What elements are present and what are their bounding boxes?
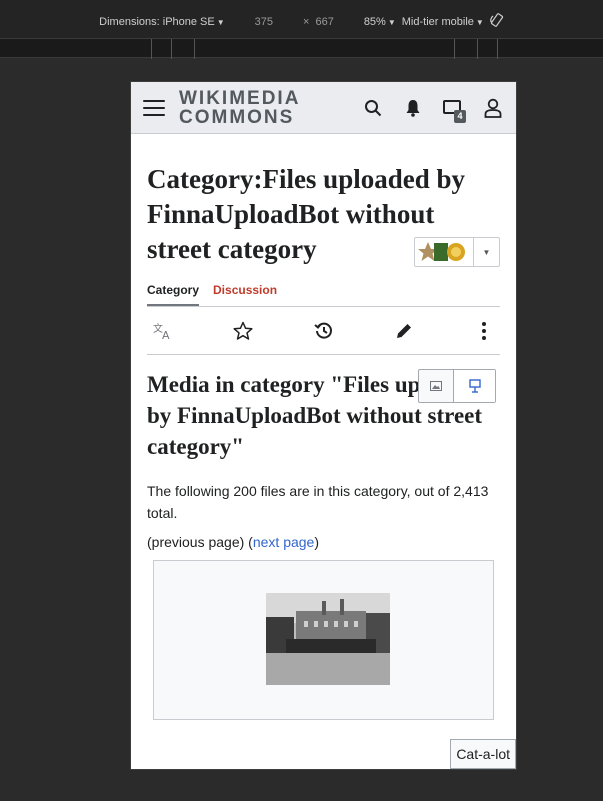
devtools-device-toolbar: Dimensions: iPhone SE ▼ 375 × 667 85% ▼ Mi… — [0, 0, 603, 38]
times-symbol: × — [303, 15, 310, 28]
category-count-text: The following 200 files are in this cate… — [147, 483, 489, 521]
search-icon[interactable] — [362, 97, 384, 119]
media-section: Media in category "Files uploaded by Fin… — [147, 369, 500, 720]
throttle-select[interactable]: Mid-tier mobile ▼ — [402, 16, 484, 28]
zoom-select[interactable]: 85% ▼ — [364, 16, 396, 28]
dimensions-select[interactable]: Dimensions: iPhone SE ▼ — [99, 16, 224, 28]
height-input[interactable]: 667 — [315, 16, 333, 28]
ruler-tick — [171, 39, 172, 59]
bell-icon[interactable] — [402, 97, 424, 119]
cat-a-lot-button[interactable]: Cat-a-lot — [450, 739, 516, 769]
pagination: (previous page) (next page) — [147, 534, 320, 550]
file-thumbnail[interactable] — [266, 593, 390, 685]
site-logo[interactable]: WIKIMEDIA COMMONS — [179, 89, 300, 127]
tab-discussion[interactable]: Discussion — [213, 283, 277, 306]
award-badge-widget[interactable]: ▼ — [414, 237, 500, 267]
notice-tray-icon[interactable]: 4 — [442, 97, 466, 123]
notice-count-badge: 4 — [454, 109, 466, 123]
ruler-tick — [454, 39, 455, 59]
tab-category[interactable]: Category — [147, 283, 200, 306]
language-icon[interactable]: 文A — [149, 317, 177, 345]
caret-down-icon: ▼ — [216, 17, 225, 27]
more-options-icon[interactable] — [470, 317, 498, 345]
menu-icon[interactable] — [143, 99, 165, 116]
caret-down-icon[interactable]: ▼ — [473, 238, 499, 266]
gallery-view-toggle — [418, 369, 496, 403]
page-title: Category:Files uploaded by FinnaUploadBo… — [147, 162, 500, 267]
previous-page-text: (previous page) — [147, 534, 245, 550]
media-query-ruler — [0, 38, 603, 59]
slideshow-view-button[interactable] — [453, 370, 495, 402]
edit-pencil-icon[interactable] — [390, 317, 418, 345]
site-header: WIKIMEDIA COMMONS 4 — [131, 82, 516, 134]
svg-text:A: A — [162, 329, 170, 340]
history-icon[interactable] — [310, 317, 338, 345]
page-actions-toolbar: 文A — [147, 307, 500, 355]
ruler-tick — [477, 39, 478, 59]
width-input[interactable]: 375 — [255, 16, 273, 28]
award-icon — [415, 238, 473, 266]
page-tabs: Category Discussion — [147, 283, 500, 307]
caret-down-icon: ▼ — [387, 17, 396, 27]
gallery-image-view-button[interactable] — [419, 370, 453, 402]
user-icon[interactable] — [482, 97, 504, 119]
ruler-tick — [151, 39, 152, 59]
star-watch-icon[interactable] — [229, 317, 257, 345]
ruler-tick — [194, 39, 195, 59]
caret-down-icon: ▼ — [475, 17, 484, 27]
device-viewport: WIKIMEDIA COMMONS 4 Category:Files uploa… — [131, 82, 516, 769]
ruler-tick — [497, 39, 498, 59]
rotate-icon[interactable] — [490, 13, 504, 30]
next-page-link[interactable]: next page — [253, 534, 315, 550]
gallery-box — [153, 560, 494, 720]
